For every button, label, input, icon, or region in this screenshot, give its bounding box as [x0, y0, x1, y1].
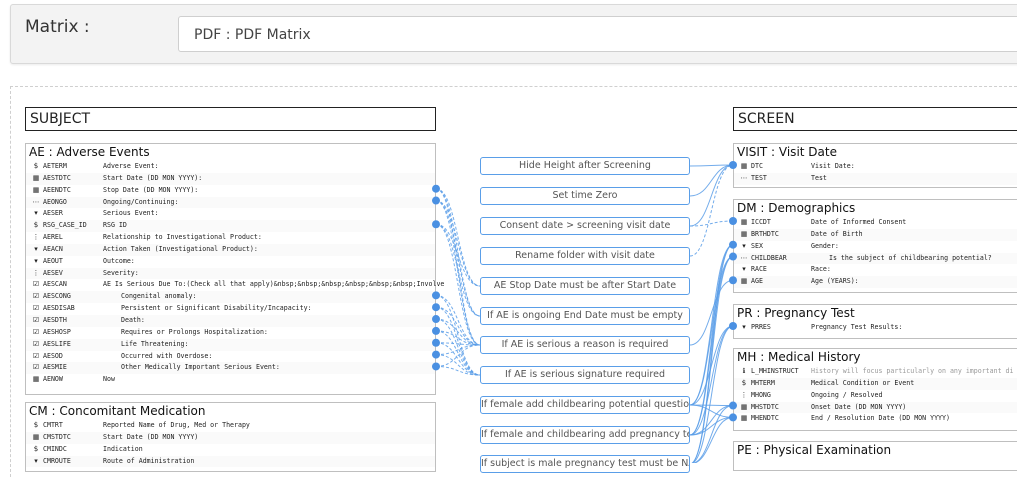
connector-dot[interactable] — [729, 413, 737, 422]
connector-line — [689, 279, 734, 346]
connector-line — [435, 200, 481, 346]
connector-dot[interactable] — [432, 220, 440, 229]
connector-line — [689, 164, 734, 197]
connector-line — [435, 342, 481, 376]
connector-line — [435, 200, 481, 287]
connector-layer — [432, 161, 737, 463]
connector-dot[interactable] — [432, 326, 440, 335]
connector-dot[interactable] — [729, 276, 737, 285]
connector-line — [435, 354, 481, 376]
connector-dot[interactable] — [729, 252, 737, 261]
connector-line — [690, 244, 734, 463]
connector-line — [435, 223, 481, 287]
connector-line — [435, 294, 481, 376]
connector-dot[interactable] — [432, 303, 440, 312]
connector-dot[interactable] — [729, 322, 737, 330]
connector-line — [689, 164, 734, 227]
connector-dot[interactable] — [432, 362, 440, 371]
connector-dot[interactable] — [729, 401, 737, 410]
connector-dot[interactable] — [729, 217, 737, 225]
connector-dot[interactable] — [432, 350, 440, 359]
connector-line — [435, 330, 481, 376]
connector-dot[interactable] — [432, 184, 440, 193]
connector-dot[interactable] — [432, 315, 440, 324]
connector-dot[interactable] — [729, 161, 737, 169]
connector-dot[interactable] — [432, 196, 440, 205]
connector-line — [689, 256, 734, 436]
connector-line — [690, 256, 734, 463]
connector-dot[interactable] — [729, 240, 737, 249]
connector-line — [689, 164, 734, 257]
connector-dot[interactable] — [432, 291, 440, 300]
connector-dot[interactable] — [432, 338, 440, 347]
